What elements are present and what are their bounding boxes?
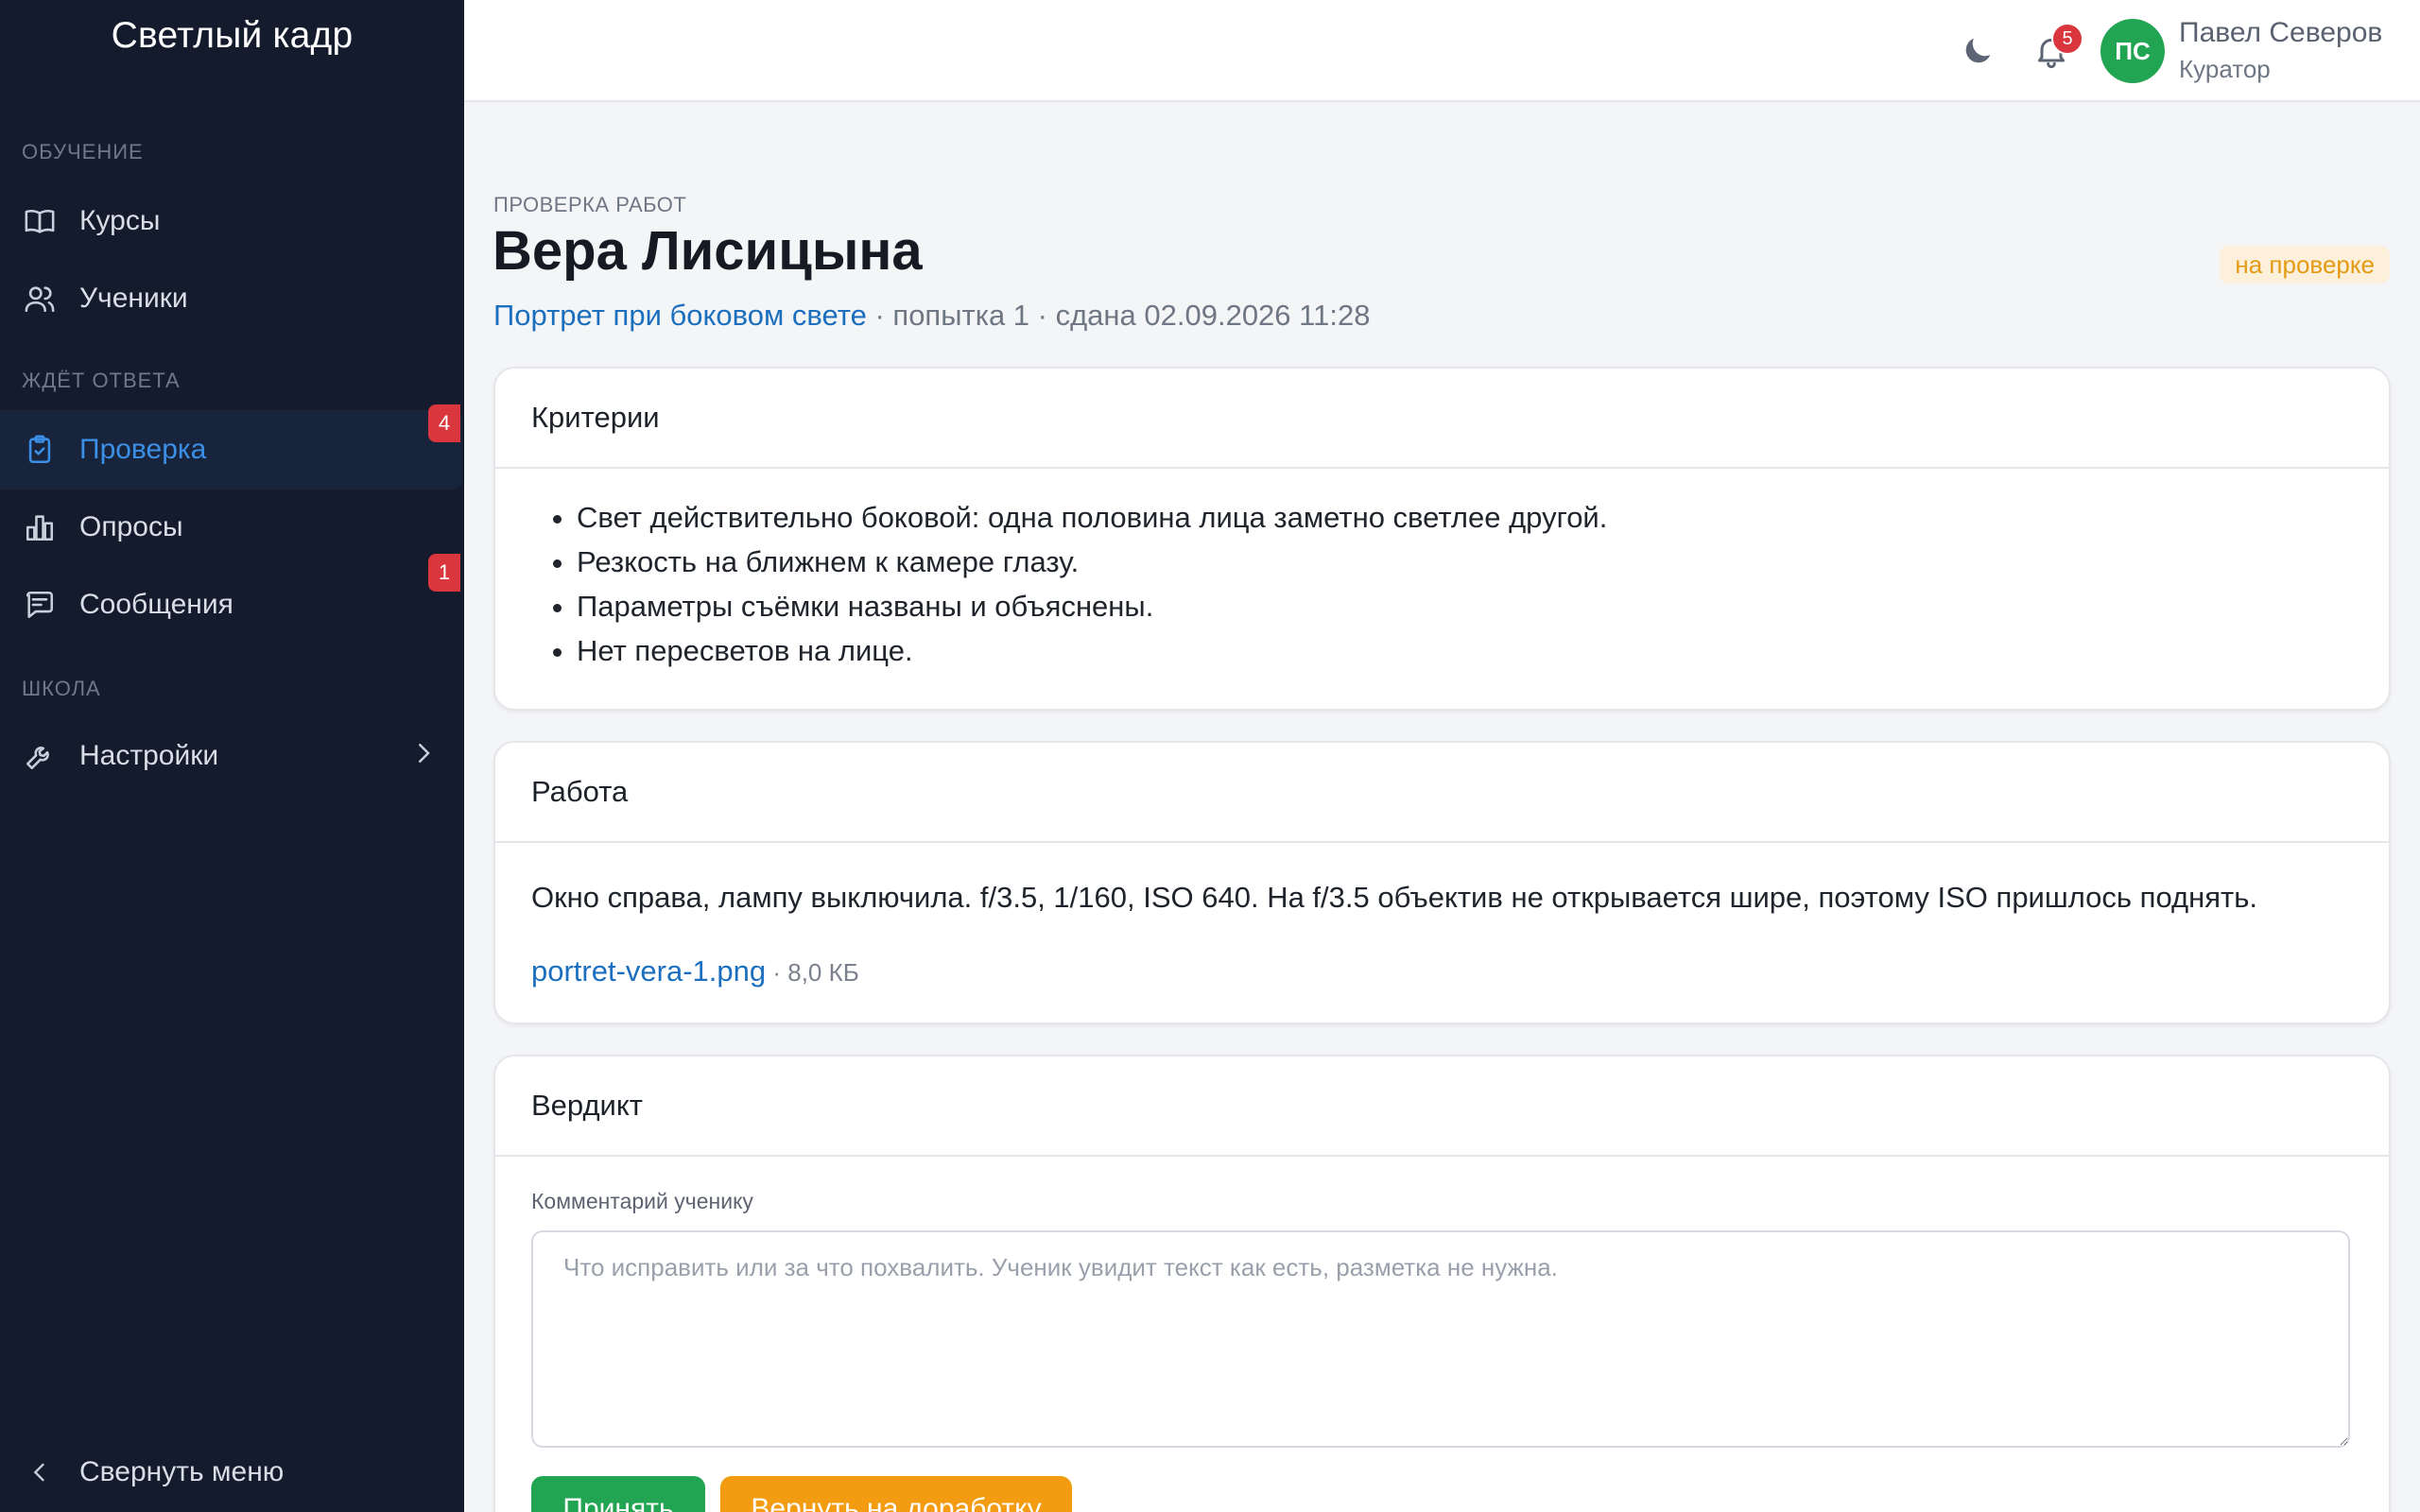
avatar[interactable]: ПС: [2100, 19, 2165, 83]
sidebar-item-review[interactable]: Проверка 4: [0, 404, 462, 490]
criteria-list: Свет действительно боковой: одна половин…: [495, 469, 2389, 673]
bar-chart-icon: [24, 511, 56, 543]
messages-count-badge: 1: [428, 554, 460, 592]
breadcrumb: ПРОВЕРКА РАБОТ: [493, 193, 687, 216]
attachment-link[interactable]: portret-vera-1.png: [531, 954, 766, 988]
attachment: portret-vera-1.png · 8,0 КБ: [531, 954, 859, 988]
collapse-menu-label: Свернуть меню: [79, 1456, 285, 1487]
message-icon: [24, 589, 56, 621]
status-badge: на проверке: [2220, 246, 2390, 284]
sidebar-item-label: Ученики: [79, 283, 188, 314]
wrench-icon: [24, 740, 56, 772]
criteria-card: Критерии Свет действительно боковой: одн…: [493, 367, 2391, 711]
chevron-left-icon: [33, 1463, 44, 1482]
attachment-size: · 8,0 КБ: [766, 958, 859, 987]
users-icon: [24, 283, 56, 315]
list-item: Резкость на ближнем к камере глазу.: [577, 540, 2389, 584]
section-label-learning: ОБУЧЕНИЕ: [22, 140, 144, 163]
chevron-right-icon: [419, 744, 430, 763]
work-title: Работа: [495, 743, 2389, 843]
moon-icon: [1965, 38, 1991, 63]
review-count-badge: 4: [428, 404, 460, 442]
list-item: Свет действительно боковой: одна половин…: [577, 495, 2389, 540]
comment-field[interactable]: [531, 1230, 2350, 1448]
sidebar: Светлый кадр ОБУЧЕНИЕ Курсы Ученики ЖДЁТ…: [0, 0, 464, 1512]
user-role: Куратор: [2179, 55, 2271, 83]
user-name[interactable]: Павел Северов: [2179, 17, 2382, 49]
clipboard-check-icon: [24, 434, 56, 466]
brand-title[interactable]: Светлый кадр: [0, 15, 464, 57]
sidebar-item-label: Сообщения: [79, 589, 233, 620]
criteria-title: Критерии: [495, 369, 2389, 469]
comment-label: Комментарий ученику: [531, 1189, 753, 1213]
sidebar-item-polls[interactable]: Опросы: [0, 488, 462, 567]
sidebar-item-students[interactable]: Ученики: [0, 259, 462, 338]
sidebar-item-settings[interactable]: Настройки: [0, 716, 462, 796]
sidebar-item-label: Настройки: [79, 740, 219, 771]
submission-meta: Портрет при боковом свете · попытка 1 · …: [493, 299, 1370, 333]
sidebar-item-courses[interactable]: Курсы: [0, 181, 462, 261]
book-icon: [24, 205, 56, 237]
submission-details: · попытка 1 · сдана 02.09.2026 11:28: [866, 299, 1371, 332]
sidebar-item-label: Опросы: [79, 511, 183, 542]
sidebar-item-messages[interactable]: Сообщения 1: [0, 554, 462, 644]
page-title: Вера Лисицына: [493, 220, 923, 282]
section-label-awaiting: ЖДЁТ ОТВЕТА: [22, 369, 181, 392]
sidebar-item-label: Проверка: [79, 434, 207, 465]
accept-button[interactable]: Принять: [531, 1476, 705, 1512]
collapse-menu-button[interactable]: Свернуть меню: [0, 1433, 464, 1512]
section-label-school: ШКОЛА: [22, 677, 101, 700]
work-card: Работа Окно справа, лампу выключила. f/3…: [493, 741, 2391, 1024]
verdict-card: Вердикт Комментарий ученику: [493, 1055, 2391, 1512]
list-item: Параметры съёмки названы и объяснены.: [577, 584, 2389, 628]
assignment-link[interactable]: Портрет при боковом свете: [493, 299, 867, 332]
list-item: Нет пересветов на лице.: [577, 628, 2389, 673]
verdict-title: Вердикт: [495, 1057, 2389, 1157]
sidebar-item-label: Курсы: [79, 205, 161, 236]
work-text: Окно справа, лампу выключила. f/3.5, 1/1…: [531, 881, 2257, 914]
theme-toggle-button[interactable]: [1959, 32, 1996, 70]
notifications-badge: 5: [2051, 23, 2083, 55]
return-for-revision-button[interactable]: Вернуть на доработку: [720, 1476, 1072, 1512]
